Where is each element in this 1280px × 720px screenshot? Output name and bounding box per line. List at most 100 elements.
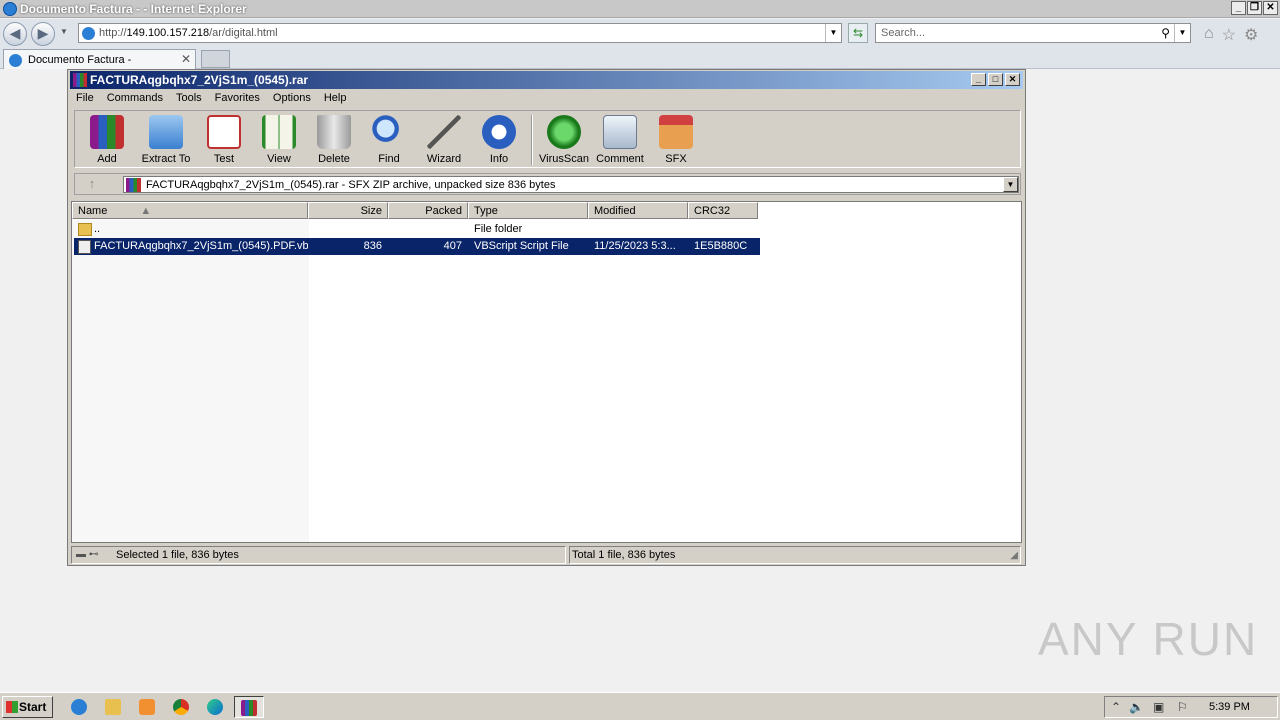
info-button[interactable]: Info	[471, 115, 527, 165]
drive-icon[interactable]: ▬ ⊷	[76, 550, 108, 560]
home-icon[interactable]: ⌂	[1204, 25, 1214, 45]
trash-icon	[317, 115, 351, 149]
menu-tools[interactable]: Tools	[170, 90, 209, 109]
menu-favorites[interactable]: Favorites	[209, 90, 267, 109]
up-one-level-button[interactable]: ↑	[79, 176, 105, 192]
status-left-panel: ▬ ⊷ Selected 1 file, 836 bytes	[71, 546, 566, 564]
column-size[interactable]: Size	[308, 202, 388, 219]
volume-icon[interactable]: 🔈	[1129, 700, 1144, 714]
taskbar-internet-explorer[interactable]	[65, 696, 93, 718]
menu-options[interactable]: Options	[267, 90, 318, 109]
column-name[interactable]: Name ▲	[72, 202, 308, 219]
start-button[interactable]: Start	[2, 696, 53, 718]
tab-title[interactable]: Documento Factura -	[28, 54, 131, 66]
taskbar-file-explorer[interactable]	[99, 696, 127, 718]
search-placeholder[interactable]: Search...	[881, 27, 925, 39]
back-button[interactable]: ◀	[3, 22, 27, 46]
recent-pages-chevron-icon[interactable]: ▼	[60, 27, 68, 36]
name-column-shade	[72, 220, 309, 542]
magnifier-icon	[372, 115, 406, 149]
winrar-icon	[241, 700, 257, 716]
column-modified[interactable]: Modified	[588, 202, 688, 219]
show-hidden-icons-icon[interactable]: ⌃	[1111, 700, 1121, 714]
gear-icon[interactable]: ⚙	[1244, 25, 1258, 45]
winrar-icon	[73, 73, 87, 87]
winrar-title-bar[interactable]: FACTURAqgbqhx7_2VjS1m_(0545).rar _ □ ✕	[70, 71, 1023, 89]
close-button[interactable]: ✕	[1263, 1, 1278, 15]
restore-button[interactable]: ❐	[1247, 1, 1262, 15]
media-player-icon	[139, 699, 155, 715]
new-tab-button[interactable]	[201, 50, 230, 68]
clock[interactable]: 5:39 PM	[1209, 701, 1250, 713]
address-url[interactable]: http://149.100.157.218/ar/digital.html	[99, 27, 278, 39]
vbscript-file-icon	[78, 240, 91, 254]
winrar-toolbar: Add Extract To Test View Delete Find Wiz…	[74, 110, 1021, 168]
search-dropdown-button[interactable]: ▼	[1174, 24, 1190, 42]
tab-favicon-icon	[9, 54, 22, 67]
file-list[interactable]: Name ▲ Size Packed Type Modified CRC32 .…	[71, 201, 1022, 543]
compatibility-refresh-button[interactable]: ⇆	[848, 23, 868, 43]
wizard-button[interactable]: Wizard	[416, 115, 472, 165]
menu-commands[interactable]: Commands	[101, 90, 170, 109]
column-crc32[interactable]: CRC32	[688, 202, 758, 219]
taskbar: Start ⌃ 🔈 ▣ ⚐ 5:39 PM	[0, 692, 1280, 720]
action-center-flag-icon[interactable]: ⚐	[1177, 700, 1188, 714]
status-total: Total 1 file, 836 bytes	[572, 549, 676, 561]
taskbar-winrar[interactable]	[234, 696, 264, 718]
path-text: FACTURAqgbqhx7_2VjS1m_(0545).rar - SFX Z…	[146, 179, 556, 191]
extract-to-button[interactable]: Extract To	[138, 115, 194, 165]
list-item-parent-folder[interactable]: .. File folder	[74, 221, 760, 238]
bug-scan-icon	[547, 115, 581, 149]
sfx-archive-icon	[659, 115, 693, 149]
add-button[interactable]: Add	[79, 115, 135, 165]
column-type[interactable]: Type	[468, 202, 588, 219]
file-list-header: Name ▲ Size Packed Type Modified CRC32	[72, 202, 758, 219]
ie-tab-strip: Documento Factura - ✕	[0, 47, 1280, 69]
taskbar-media-player[interactable]	[133, 696, 161, 718]
system-tray: ⌃ 🔈 ▣ ⚐ 5:39 PM	[1104, 696, 1278, 718]
view-button[interactable]: View	[251, 115, 307, 165]
sfx-button[interactable]: SFX	[648, 115, 704, 165]
virusscan-button[interactable]: VirusScan	[536, 115, 592, 165]
search-box[interactable]: Search... ⚲ ▼	[875, 23, 1191, 43]
address-dropdown-button[interactable]: ▼	[825, 24, 841, 42]
tab-close-icon[interactable]: ✕	[181, 52, 191, 66]
winrar-minimize-button[interactable]: _	[971, 73, 986, 86]
anyrun-watermark: ANY RUN	[1038, 613, 1259, 665]
column-packed[interactable]: Packed	[388, 202, 468, 219]
windows-logo-icon	[6, 701, 18, 713]
find-button[interactable]: Find	[361, 115, 417, 165]
menu-help[interactable]: Help	[318, 90, 354, 109]
address-bar[interactable]: http://149.100.157.218/ar/digital.html ▼	[78, 23, 842, 43]
folder-extract-icon	[149, 115, 183, 149]
forward-button[interactable]: ▶	[31, 22, 55, 46]
test-button[interactable]: Test	[196, 115, 252, 165]
menu-file[interactable]: File	[70, 90, 101, 109]
path-field[interactable]: FACTURAqgbqhx7_2VjS1m_(0545).rar - SFX Z…	[123, 176, 1019, 193]
internet-explorer-icon	[3, 2, 17, 16]
delete-button[interactable]: Delete	[306, 115, 362, 165]
taskbar-chrome[interactable]	[167, 696, 195, 718]
magic-wand-icon	[427, 115, 461, 149]
ie-window-title: Documento Factura - - Internet Explorer	[20, 2, 247, 16]
internet-explorer-icon	[71, 699, 87, 715]
path-dropdown-button[interactable]: ▼	[1003, 177, 1018, 192]
list-item-vbs-file[interactable]: FACTURAqgbqhx7_2VjS1m_(0545).PDF.vbs 836…	[74, 238, 760, 255]
clipboard-test-icon	[207, 115, 241, 149]
winrar-maximize-button[interactable]: □	[988, 73, 1003, 86]
edge-icon	[207, 699, 223, 715]
browser-tab[interactable]: Documento Factura - ✕	[3, 49, 196, 69]
ie-title-bar: Documento Factura - - Internet Explorer …	[0, 0, 1280, 18]
network-icon[interactable]: ▣	[1153, 700, 1164, 714]
comment-button[interactable]: Comment	[592, 115, 648, 165]
sort-ascending-icon: ▲	[140, 205, 152, 217]
search-icon[interactable]: ⚲	[1161, 26, 1170, 40]
folder-icon	[105, 699, 121, 715]
resize-grip-icon[interactable]: ◢	[1010, 550, 1018, 561]
book-view-icon	[262, 115, 296, 149]
favorites-star-icon[interactable]: ☆	[1222, 25, 1236, 45]
winrar-close-button[interactable]: ✕	[1005, 73, 1020, 86]
winrar-window: FACTURAqgbqhx7_2VjS1m_(0545).rar _ □ ✕ F…	[67, 69, 1026, 566]
minimize-button[interactable]: _	[1231, 1, 1246, 15]
taskbar-edge[interactable]	[201, 696, 229, 718]
